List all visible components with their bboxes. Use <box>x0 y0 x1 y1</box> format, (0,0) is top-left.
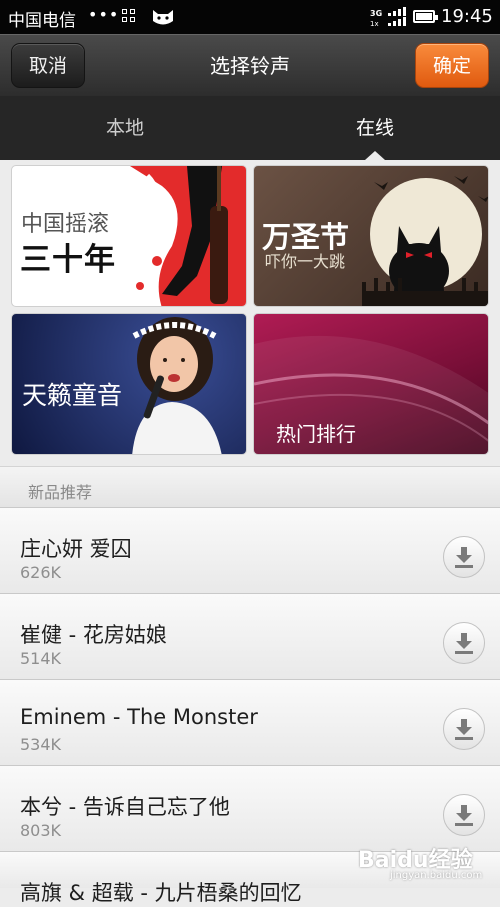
network-type-label: 3G <box>370 9 382 18</box>
battery-icon <box>413 10 438 23</box>
song-title: Eminem - The Monster <box>20 705 258 729</box>
banner-hot-chart-title: 热门排行 <box>276 422 356 446</box>
song-size: 514K <box>20 649 62 668</box>
banner-halloween-subtitle: 吓你一大跳 <box>265 252 346 271</box>
apps-grid-icon <box>122 9 136 23</box>
song-title: 高旗 & 超载 - 九片梧桑的回忆 <box>20 881 302 905</box>
new-releases-header: 新品推荐 <box>0 466 500 508</box>
section-label: 新品推荐 <box>28 483 93 502</box>
title-bar: 选择铃声 取消 确定 <box>0 34 500 96</box>
banner-hot-chart[interactable]: 热门排行 <box>253 313 489 455</box>
song-row[interactable]: 庄心妍 爱囚 626K <box>0 508 500 594</box>
banner-halloween[interactable]: 万圣节 吓你一大跳 <box>253 165 489 307</box>
song-size: 803K <box>20 821 62 840</box>
download-icon <box>455 547 473 568</box>
cat-notification-icon <box>153 10 173 25</box>
song-size: 626K <box>20 563 62 582</box>
baidu-watermark-url: jingyan.baidu.com <box>390 870 483 881</box>
confirm-button[interactable]: 确定 <box>415 43 489 88</box>
song-row[interactable]: 崔健 - 花房姑娘 514K <box>0 594 500 680</box>
signal-strength-icon: 3G 1x <box>370 7 406 27</box>
download-button[interactable] <box>443 794 485 836</box>
song-row[interactable]: Eminem - The Monster 534K <box>0 680 500 766</box>
clock: 19:45 <box>441 6 493 27</box>
song-title: 崔健 - 花房姑娘 <box>20 623 167 647</box>
cancel-button[interactable]: 取消 <box>11 43 85 88</box>
song-row[interactable]: 本兮 - 告诉自己忘了他 803K <box>0 766 500 852</box>
selected-tab-indicator <box>365 151 385 160</box>
song-title: 本兮 - 告诉自己忘了他 <box>20 795 230 819</box>
tab-bar: 本地 在线 <box>0 96 500 160</box>
download-icon <box>455 719 473 740</box>
status-bar: 中国电信 ••• 3G 1x 19:45 <box>0 0 500 34</box>
download-icon <box>455 805 473 826</box>
song-size: 534K <box>20 735 62 754</box>
banner-china-rock[interactable]: 中国摇滚 三十年 <box>11 165 247 307</box>
svg-text:1x: 1x <box>370 20 379 27</box>
download-button[interactable] <box>443 622 485 664</box>
banner-child-voices[interactable]: 天籁童音 <box>11 313 247 455</box>
banner-child-voices-title: 天籁童音 <box>22 381 123 410</box>
banner-rock-line2: 三十年 <box>20 242 116 278</box>
download-button[interactable] <box>443 536 485 578</box>
download-icon <box>455 633 473 654</box>
song-list: 庄心妍 爱囚 626K 崔健 - 花房姑娘 514K Eminem - The … <box>0 508 500 905</box>
carrier-label: 中国电信 <box>8 11 76 31</box>
song-title: 庄心妍 爱囚 <box>20 537 132 561</box>
tab-local[interactable]: 本地 <box>0 96 250 160</box>
notification-dots: ••• <box>88 5 120 24</box>
download-button[interactable] <box>443 708 485 750</box>
